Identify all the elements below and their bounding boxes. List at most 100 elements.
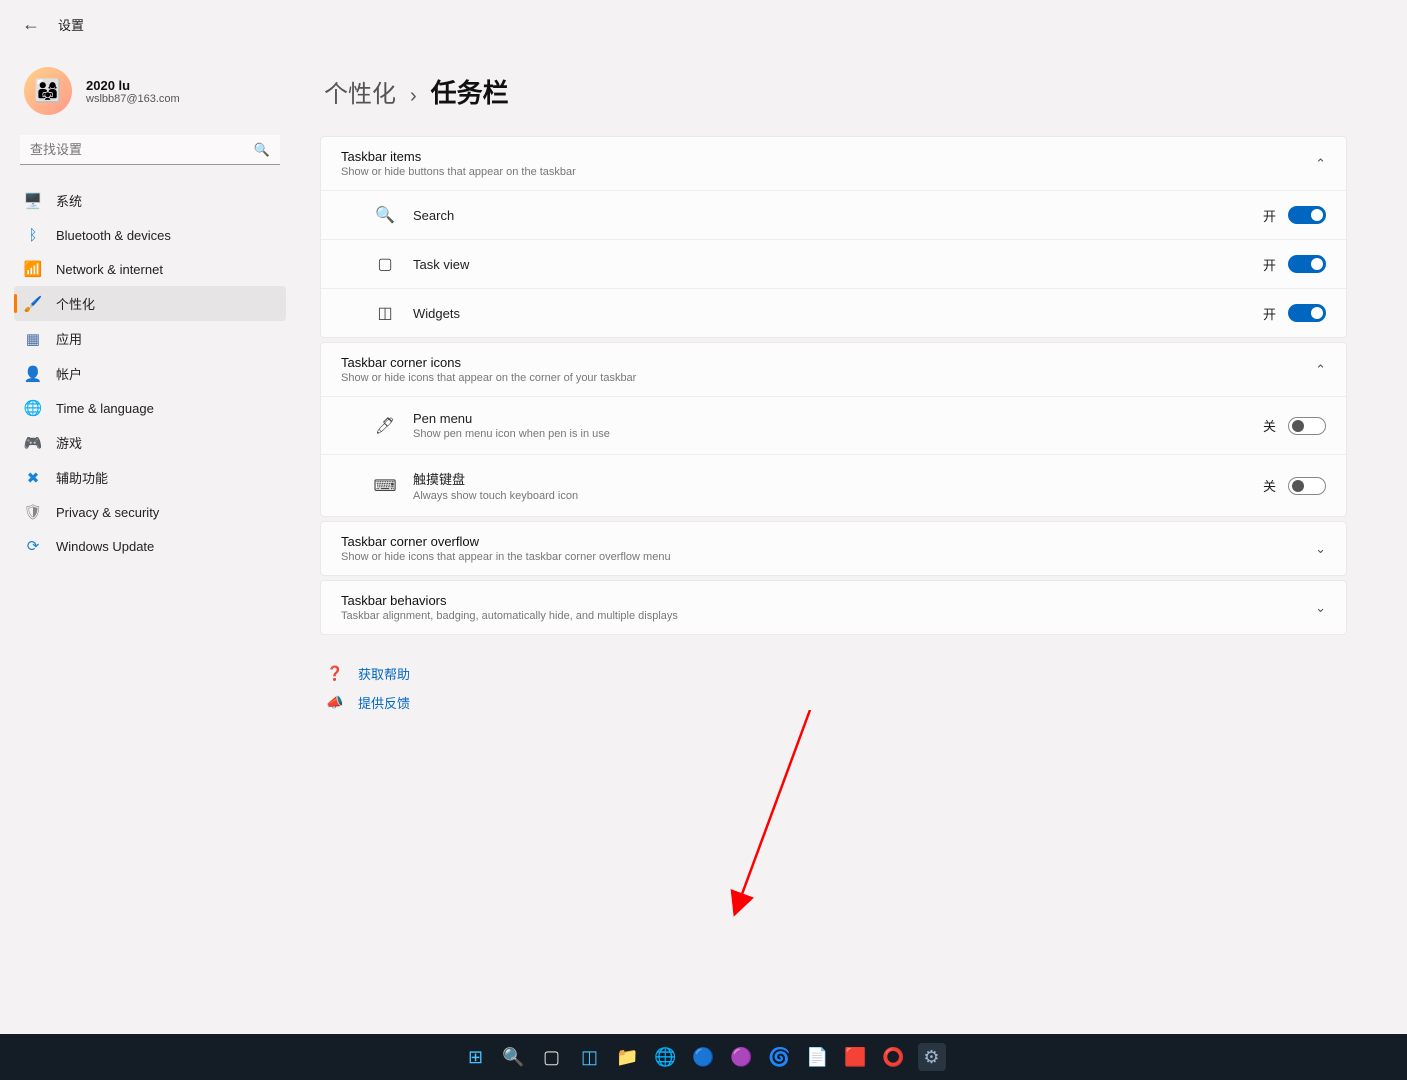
nav-label: 游戏: [56, 433, 82, 452]
nav-icon: 🖌️: [24, 295, 42, 313]
nav-item--[interactable]: 🎮 游戏: [14, 425, 286, 460]
search-input[interactable]: [20, 135, 280, 165]
feedback-label: 提供反馈: [358, 693, 410, 712]
taskbar-app4-icon[interactable]: 🟥: [842, 1043, 870, 1071]
nav-icon: 🌐: [24, 399, 42, 417]
nav-item-privacy-security[interactable]: 🛡Privacy & security: [14, 495, 286, 529]
back-button[interactable]: ←: [22, 14, 40, 35]
nav-item--[interactable]: 👤 帐户: [14, 356, 286, 391]
section-behaviors: Taskbar behaviors Taskbar alignment, bad…: [320, 580, 1347, 635]
toggle-state-label: 关: [1263, 416, 1276, 435]
section-header[interactable]: Taskbar corner overflow Show or hide ico…: [321, 522, 1346, 575]
chevron-up-icon: ⌃: [1315, 156, 1326, 172]
toggle-switch[interactable]: [1288, 477, 1326, 495]
row-label: 触摸键盘: [413, 469, 578, 488]
nav-item--[interactable]: 🖌️ 个性化: [14, 286, 286, 321]
taskbar-start-icon[interactable]: ⊞: [462, 1043, 490, 1071]
taskbar-app1-icon[interactable]: 🟣: [728, 1043, 756, 1071]
help-icon: ❓: [326, 665, 344, 682]
sidebar: 👨‍👩‍👧 2020 lu wslbb87@163.com 🔍 🖥️ 系统 ᛒBlu…: [0, 49, 300, 1079]
taskbar-settings-icon[interactable]: ⚙: [918, 1043, 946, 1071]
get-help-link[interactable]: ❓ 获取帮助: [326, 659, 1347, 688]
row-icon: ◫: [375, 303, 395, 323]
profile-email: wslbb87@163.com: [86, 93, 180, 105]
settings-row: ⌨ 触摸键盘 Always show touch keyboard icon 关: [321, 454, 1346, 516]
toggle-switch[interactable]: [1288, 206, 1326, 224]
nav-item--[interactable]: ▦ 应用: [14, 321, 286, 356]
main-content: 个性化 › 任务栏 Taskbar items Show or hide but…: [300, 49, 1407, 1079]
section-title: Taskbar items: [341, 149, 576, 164]
nav-label: Time & language: [56, 401, 154, 416]
taskbar-edge-icon[interactable]: 🌐: [652, 1043, 680, 1071]
toggle-state-label: 关: [1263, 476, 1276, 495]
profile-block[interactable]: 👨‍👩‍👧 2020 lu wslbb87@163.com: [14, 59, 286, 135]
section-corner-icons: Taskbar corner icons Show or hide icons …: [320, 342, 1347, 517]
toggle-switch[interactable]: [1288, 255, 1326, 273]
nav-item-network-internet[interactable]: 📶 Network & internet: [14, 252, 286, 286]
profile-name: 2020 lu: [86, 78, 180, 93]
row-icon: ⌨: [375, 476, 395, 496]
nav-label: 系统: [56, 191, 82, 210]
section-sub: Show or hide icons that appear on the co…: [341, 372, 636, 384]
search-icon: 🔍: [254, 142, 270, 158]
app-title: 设置: [58, 15, 84, 34]
taskbar-explorer-icon[interactable]: 📁: [614, 1043, 642, 1071]
nav-icon: 🎮: [24, 434, 42, 452]
section-title: Taskbar corner icons: [341, 355, 636, 370]
chevron-down-icon: ⌄: [1315, 600, 1326, 616]
toggle-state-label: 开: [1263, 304, 1276, 323]
toggle-switch[interactable]: [1288, 304, 1326, 322]
nav-label: 帐户: [56, 364, 82, 383]
row-icon: 🖊: [375, 416, 395, 436]
nav-icon: 📶: [24, 260, 42, 278]
taskbar-chrome-icon[interactable]: ⭕: [880, 1043, 908, 1071]
row-label: Search: [413, 208, 454, 223]
section-sub: Taskbar alignment, badging, automaticall…: [341, 610, 678, 622]
nav-item-windows-update[interactable]: ⟳Windows Update: [14, 529, 286, 563]
row-label: Task view: [413, 257, 469, 272]
nav-label: Windows Update: [56, 539, 154, 554]
section-header[interactable]: Taskbar items Show or hide buttons that …: [321, 137, 1346, 190]
help-label: 获取帮助: [358, 664, 410, 683]
taskbar-app2-icon[interactable]: 🌀: [766, 1043, 794, 1071]
nav-item--[interactable]: 🖥️ 系统: [14, 183, 286, 218]
nav-item-time-language[interactable]: 🌐 Time & language: [14, 391, 286, 425]
nav-item-bluetooth-devices[interactable]: ᛒBluetooth & devices: [14, 218, 286, 252]
toggle-switch[interactable]: [1288, 417, 1326, 435]
breadcrumb: 个性化 › 任务栏: [320, 69, 1347, 136]
taskbar-browser2-icon[interactable]: 🔵: [690, 1043, 718, 1071]
taskbar-taskview-icon[interactable]: ▢: [538, 1043, 566, 1071]
breadcrumb-parent[interactable]: 个性化: [324, 74, 396, 109]
toggle-state-label: 开: [1263, 206, 1276, 225]
row-label: Pen menu: [413, 411, 610, 426]
row-icon: 🔍: [375, 205, 395, 225]
section-title: Taskbar behaviors: [341, 593, 678, 608]
feedback-icon: 📣: [326, 694, 344, 711]
section-overflow: Taskbar corner overflow Show or hide ico…: [320, 521, 1347, 576]
nav-icon: ▦: [24, 330, 42, 348]
breadcrumb-current: 任务栏: [431, 73, 509, 110]
nav-label: 个性化: [56, 294, 95, 313]
nav-label: Network & internet: [56, 262, 163, 277]
windows-taskbar: ⊞ 🔍 ▢ ◫ 📁 🌐 🔵 🟣 🌀 📄 🟥 ⭕ ⚙: [0, 1034, 1407, 1080]
breadcrumb-sep: ›: [410, 85, 417, 108]
nav-label: 应用: [56, 329, 82, 348]
section-sub: Show or hide icons that appear in the ta…: [341, 551, 671, 563]
section-header[interactable]: Taskbar behaviors Taskbar alignment, bad…: [321, 581, 1346, 634]
row-label: Widgets: [413, 306, 460, 321]
toggle-state-label: 开: [1263, 255, 1276, 274]
search-container: 🔍: [20, 135, 280, 165]
section-sub: Show or hide buttons that appear on the …: [341, 166, 576, 178]
nav-icon: 🖥️: [24, 192, 42, 210]
section-title: Taskbar corner overflow: [341, 534, 671, 549]
section-header[interactable]: Taskbar corner icons Show or hide icons …: [321, 343, 1346, 396]
feedback-link[interactable]: 📣 提供反馈: [326, 688, 1347, 717]
taskbar-app3-icon[interactable]: 📄: [804, 1043, 832, 1071]
nav-label: Bluetooth & devices: [56, 228, 171, 243]
taskbar-widgets-icon[interactable]: ◫: [576, 1043, 604, 1071]
nav-icon: 👤: [24, 365, 42, 383]
nav-list: 🖥️ 系统 ᛒBluetooth & devices 📶 Network & inter…: [14, 183, 286, 563]
nav-item--[interactable]: ✖辅助功能: [14, 460, 286, 495]
window-header: ← 设置: [0, 0, 1407, 49]
taskbar-search-icon[interactable]: 🔍: [500, 1043, 528, 1071]
